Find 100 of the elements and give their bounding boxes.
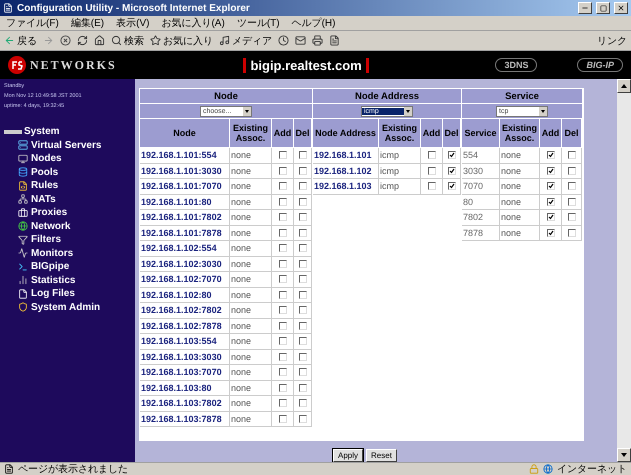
nav-item[interactable]: System Admin (4, 300, 131, 314)
checkbox[interactable] (279, 213, 287, 222)
column-header: Add (540, 119, 562, 148)
menu-item[interactable]: お気に入り(A) (161, 16, 225, 30)
menu-item[interactable]: ツール(T) (236, 16, 280, 30)
checkbox[interactable] (428, 151, 436, 160)
nav-item[interactable]: Virtual Servers (4, 138, 131, 152)
table-cell: none (230, 194, 272, 210)
checkbox[interactable] (547, 228, 555, 237)
nav-item[interactable]: System (24, 125, 60, 138)
checkbox[interactable] (279, 399, 287, 408)
checkbox[interactable] (299, 260, 307, 268)
checkbox[interactable] (299, 399, 307, 408)
stop-button[interactable] (60, 35, 71, 46)
checkbox[interactable] (299, 244, 307, 252)
checkbox[interactable] (279, 260, 287, 268)
checkbox[interactable] (279, 384, 287, 392)
checkbox[interactable] (299, 290, 307, 299)
scroll-up-button[interactable] (617, 79, 631, 93)
nav-item[interactable]: Statistics (4, 274, 131, 287)
menu-item[interactable]: 編集(E) (70, 16, 104, 30)
home-icon (94, 35, 105, 46)
checkbox[interactable] (279, 290, 287, 299)
checkbox[interactable] (279, 228, 287, 237)
menu-item[interactable]: 表示(V) (116, 16, 150, 30)
table-cell: 192.168.1.101:554 (140, 148, 230, 164)
links-button[interactable]: リンク (597, 34, 627, 48)
minimize-button[interactable] (578, 2, 592, 14)
search-button[interactable]: 検索 (111, 34, 144, 48)
menu-item[interactable]: ファイル(F) (6, 16, 59, 30)
nav-item[interactable]: Filters (4, 233, 131, 246)
favorites-button[interactable]: お気に入り (150, 34, 213, 48)
checkbox[interactable] (568, 198, 576, 206)
checkbox[interactable] (448, 151, 456, 160)
print-button[interactable] (312, 35, 323, 46)
apply-button[interactable]: Apply (333, 449, 364, 462)
checkbox[interactable] (279, 414, 287, 423)
checkbox[interactable] (299, 151, 307, 160)
group-header: Node Address (313, 89, 461, 104)
scroll-down-button[interactable] (617, 448, 631, 462)
nav-item[interactable]: NATs (4, 192, 131, 206)
checkbox[interactable] (299, 384, 307, 392)
home-button[interactable] (94, 35, 105, 46)
checkbox[interactable] (568, 166, 576, 175)
back-button[interactable]: 戻る (4, 34, 37, 48)
checkbox[interactable] (279, 352, 287, 361)
checkbox[interactable] (279, 322, 287, 330)
checkbox[interactable] (547, 182, 555, 190)
checkbox[interactable] (299, 337, 307, 346)
checkbox[interactable] (299, 322, 307, 330)
checkbox[interactable] (299, 213, 307, 222)
checkbox[interactable] (299, 368, 307, 376)
checkbox[interactable] (568, 151, 576, 160)
checkbox[interactable] (547, 166, 555, 175)
checkbox[interactable] (299, 352, 307, 361)
checkbox[interactable] (299, 414, 307, 423)
checkbox[interactable] (299, 306, 307, 314)
media-button[interactable]: メディア (219, 34, 272, 48)
checkbox[interactable] (428, 182, 436, 190)
history-button[interactable] (278, 35, 289, 46)
nav-item[interactable]: BIGpipe (4, 260, 131, 274)
checkbox[interactable] (299, 166, 307, 175)
nav-item[interactable]: Proxies (4, 206, 131, 220)
nav-item[interactable]: Network (4, 220, 131, 233)
menu-item[interactable]: ヘルプ(H) (292, 16, 336, 30)
maximize-button[interactable] (596, 2, 610, 14)
checkbox[interactable] (568, 228, 576, 237)
nav-item[interactable]: Nodes (4, 152, 131, 166)
checkbox[interactable] (279, 368, 287, 376)
checkbox[interactable] (299, 275, 307, 284)
checkbox[interactable] (279, 275, 287, 284)
reset-button[interactable]: Reset (366, 449, 397, 462)
checkbox[interactable] (568, 213, 576, 222)
edit-button[interactable] (329, 35, 340, 46)
checkbox[interactable] (279, 166, 287, 175)
checkbox[interactable] (448, 182, 456, 190)
checkbox[interactable] (299, 198, 307, 206)
nav-item[interactable]: Log Files (4, 287, 131, 300)
checkbox[interactable] (568, 182, 576, 190)
checkbox[interactable] (547, 151, 555, 160)
nav-item[interactable]: Monitors (4, 246, 131, 260)
checkbox[interactable] (299, 228, 307, 237)
checkbox[interactable] (279, 244, 287, 252)
refresh-button[interactable] (77, 35, 88, 46)
table-cell: icmp (379, 164, 421, 179)
checkbox[interactable] (299, 182, 307, 190)
checkbox[interactable] (279, 198, 287, 206)
checkbox[interactable] (547, 198, 555, 206)
checkbox[interactable] (279, 182, 287, 190)
nav-item[interactable]: Rules (4, 179, 131, 192)
checkbox[interactable] (279, 306, 287, 314)
monitor-icon (18, 154, 28, 164)
nav-item[interactable]: Pools (4, 166, 131, 179)
close-button[interactable] (614, 2, 628, 14)
checkbox[interactable] (279, 151, 287, 160)
checkbox[interactable] (448, 166, 456, 175)
checkbox[interactable] (547, 213, 555, 222)
checkbox[interactable] (279, 337, 287, 346)
checkbox[interactable] (428, 166, 436, 175)
mail-button[interactable] (295, 35, 306, 46)
